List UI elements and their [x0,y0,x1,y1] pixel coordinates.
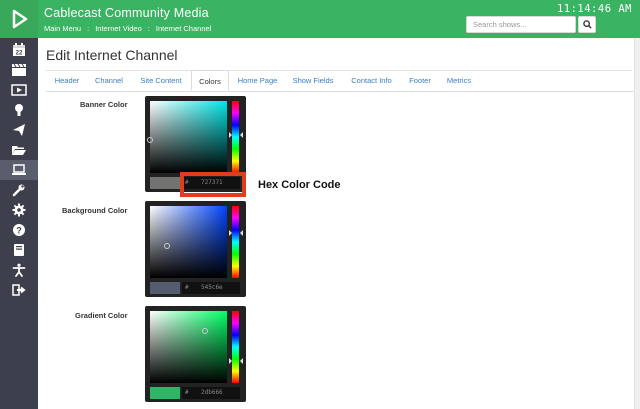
gradient-saturation-area[interactable] [150,311,227,383]
banner-color-swatch [150,177,180,189]
search-button[interactable] [578,16,596,33]
gradient-color-swatch [150,387,180,399]
tab-contact-info[interactable]: Contact Info [343,70,400,91]
video-screen-icon [11,84,27,96]
background-sv-handle[interactable] [164,243,170,249]
sidebar-item-shows[interactable] [0,60,38,80]
sidebar-item-schedule[interactable]: 22 [0,40,38,60]
sidebar-item-tools[interactable] [0,180,38,200]
clapperboard-icon [12,63,26,76]
banner-hue-handle-right[interactable] [240,132,243,138]
sidebar-item-publish[interactable] [0,120,38,140]
background-hex-input[interactable]: # 545c6e [182,282,240,294]
sign-out-icon [12,284,26,296]
sidebar-item-settings[interactable] [0,200,38,220]
banner-color-label: Banner Color [80,100,128,109]
gear-icon [12,203,26,217]
background-hue-slider[interactable] [232,206,239,278]
tab-channel[interactable]: Channel [88,70,130,91]
breadcrumb-main-menu[interactable]: Main Menu [44,24,81,33]
gradient-hex-value: 2db666 [201,389,223,396]
hex-annotation-label: Hex Color Code [258,179,341,191]
search-icon [582,20,592,29]
paper-plane-icon [13,124,25,136]
accessibility-icon [12,263,26,277]
clock: 11:14:46 AM [556,3,632,15]
gradient-color-picker[interactable]: # 2db666 [145,306,246,402]
breadcrumb-internet-channel[interactable]: Internet Channel [156,24,211,33]
wrench-icon [12,184,25,197]
sidebar-item-internet[interactable] [0,160,38,180]
book-icon [14,244,24,256]
breadcrumb: Main Menu : Internet Video : Internet Ch… [44,24,211,33]
banner-hue-slider[interactable] [232,101,239,173]
page-scrollbar[interactable] [634,38,640,409]
gradient-hue-slider[interactable] [232,311,239,383]
banner-saturation-area[interactable] [150,101,227,173]
tab-footer[interactable]: Footer [402,70,438,91]
sidebar-item-help[interactable]: ? [0,220,38,240]
laptop-icon [12,164,26,175]
gradient-sv-handle[interactable] [202,328,208,334]
podcast-icon [15,104,23,116]
hash-symbol: # [185,284,189,291]
page-title: Edit Internet Channel [46,47,178,63]
svg-text:?: ? [16,226,22,236]
hash-symbol: # [185,389,189,396]
hex-highlight-box [180,172,246,197]
gradient-hue-handle-right[interactable] [240,358,243,364]
gradient-hex-input[interactable]: # 2db666 [182,387,240,399]
app-title: Cablecast Community Media [44,6,209,20]
cablecast-logo[interactable] [0,0,38,38]
tab-colors[interactable]: Colors [191,70,229,91]
svg-text:22: 22 [16,51,23,57]
tabs-baseline [46,91,634,92]
banner-hue-handle-left[interactable] [229,132,232,138]
main-content: Edit Internet Channel [38,38,634,409]
banner-sv-handle[interactable] [147,137,153,143]
sidebar-item-podcast[interactable] [0,100,38,120]
gradient-color-label: Gradient Color [75,311,128,320]
background-color-swatch [150,282,180,294]
breadcrumb-separator: : [87,24,90,33]
background-hex-value: 545c6e [201,284,223,291]
sidebar: 22 ? [0,0,38,409]
search-input[interactable]: Search shows... [466,16,576,33]
sidebar-item-playback[interactable] [0,80,38,100]
folder-open-icon [12,146,26,155]
play-logo-icon [12,9,28,29]
tab-header[interactable]: Header [46,70,88,91]
background-saturation-area[interactable] [150,206,227,278]
sidebar-item-files[interactable] [0,140,38,160]
background-hue-handle-right[interactable] [240,230,243,236]
breadcrumb-separator: : [147,24,150,33]
calendar-icon: 22 [13,43,25,57]
sidebar-item-accessibility[interactable] [0,260,38,280]
tab-home-page[interactable]: Home Page [231,70,284,91]
sidebar-item-logout[interactable] [0,280,38,300]
tab-metrics[interactable]: Metrics [440,70,478,91]
tab-site-content[interactable]: Site Content [132,70,190,91]
gradient-hue-handle-left[interactable] [229,358,232,364]
background-color-picker[interactable]: # 545c6e [145,201,246,297]
breadcrumb-internet-video[interactable]: Internet Video [95,24,142,33]
question-icon: ? [13,224,25,236]
sidebar-item-docs[interactable] [0,240,38,260]
tab-show-fields[interactable]: Show Fields [285,70,341,91]
background-color-label: Background Color [62,206,128,215]
background-hue-handle-left[interactable] [229,230,232,236]
